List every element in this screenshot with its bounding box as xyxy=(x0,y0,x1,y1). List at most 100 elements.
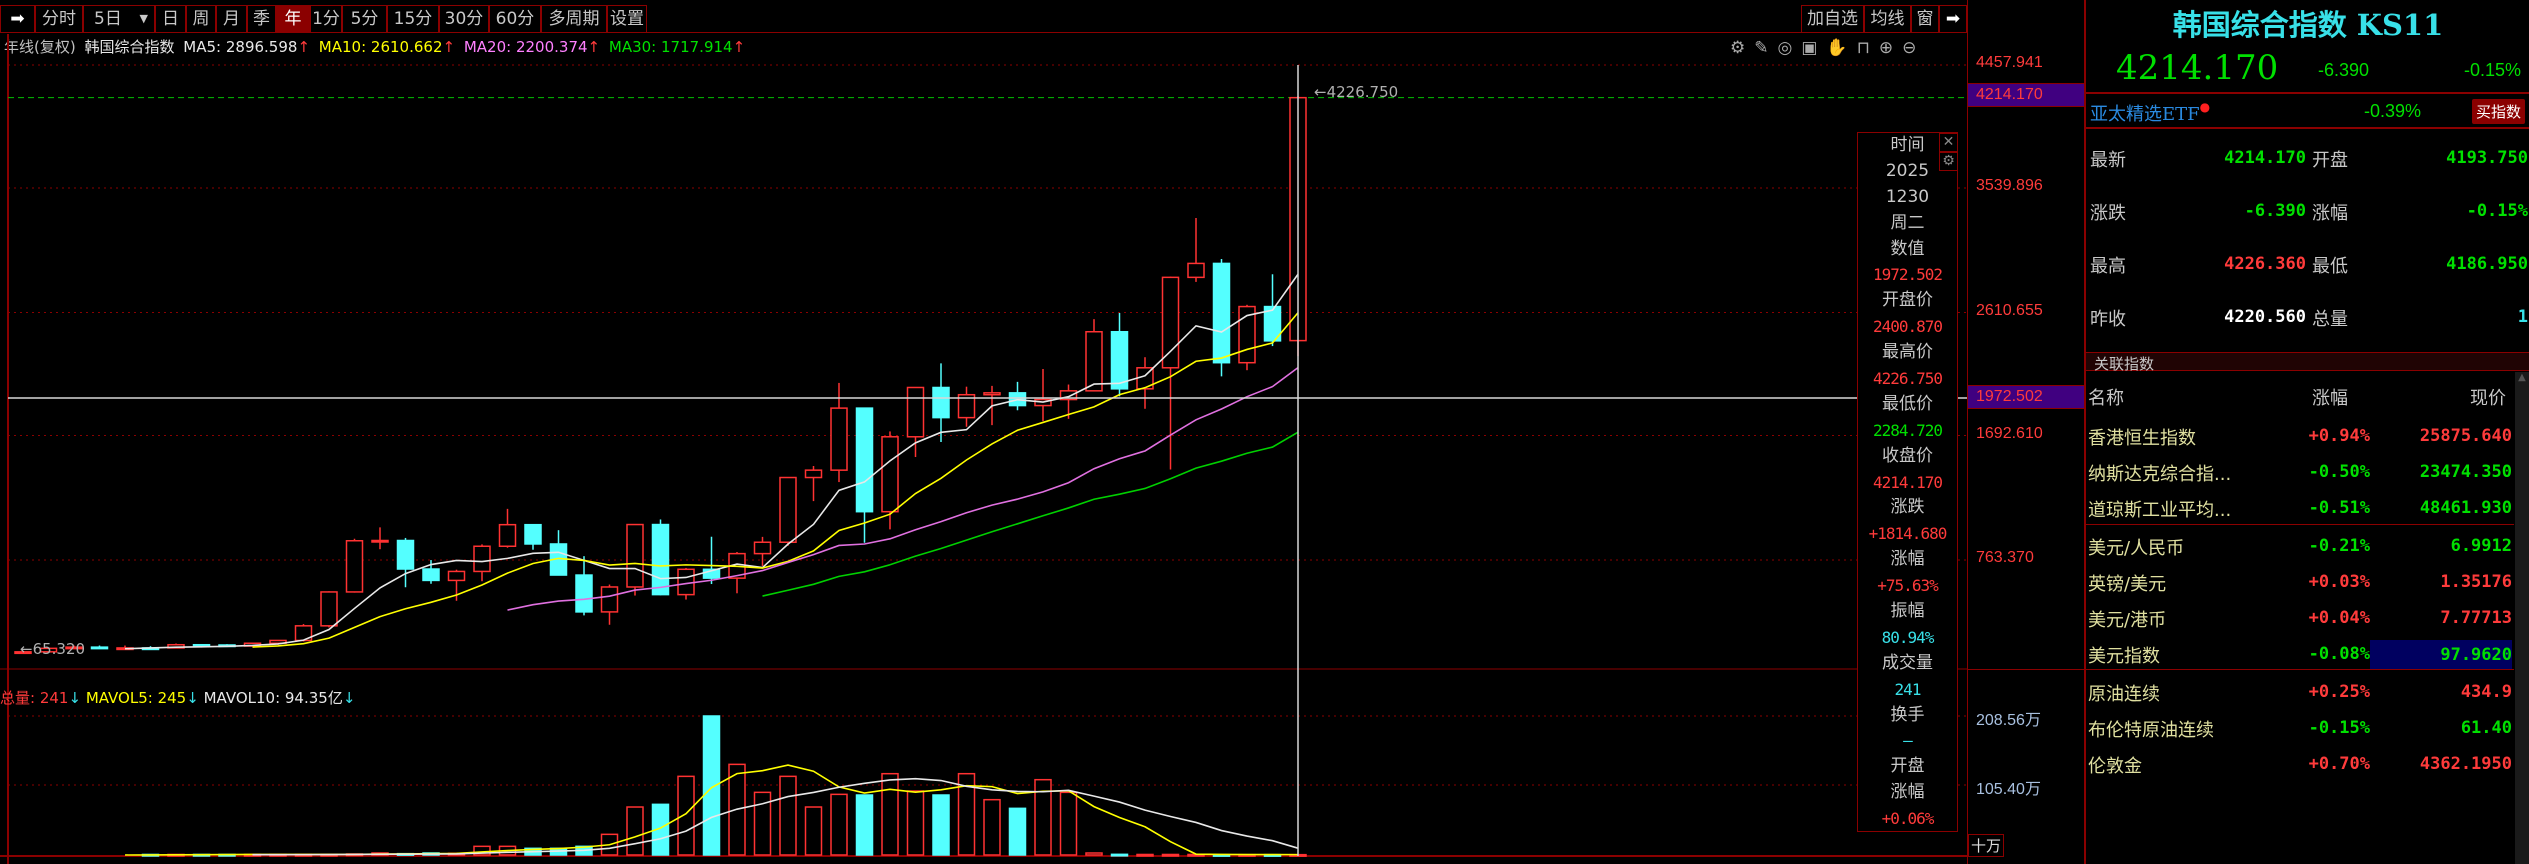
candle-up xyxy=(753,541,772,555)
candle-up xyxy=(881,436,899,513)
tooltip-label: 收盘价 xyxy=(1882,445,1933,466)
tooltip-label: 换手 xyxy=(1890,704,1925,725)
related-price: 6.9912 xyxy=(2450,536,2512,556)
related-row[interactable]: 布伦特原油连续 -0.15% 61.40 xyxy=(2086,712,2514,746)
volume-bar xyxy=(1161,853,1180,857)
col-header-name: 名称 xyxy=(2088,388,2124,409)
axis-label: 1692.610 xyxy=(1976,425,2043,442)
quote-label: 开盘 xyxy=(2312,150,2348,171)
related-indices-header: 关联指数 xyxy=(2086,352,2529,373)
dot-icon: ● xyxy=(2199,100,2211,114)
down-arrow-icon: ↓ xyxy=(342,689,356,707)
related-row[interactable]: 道琼斯工业平均... -0.51% 48461.930 xyxy=(2086,492,2514,526)
related-name: 原油连续 xyxy=(2088,684,2160,705)
high-annotation: ←4226.750 xyxy=(1314,83,1399,101)
related-row[interactable]: 原油连续 +0.25% 434.9 xyxy=(2086,676,2514,710)
candle-down xyxy=(422,568,440,582)
etf-link[interactable]: 亚太精选ETF● xyxy=(2090,100,2210,126)
quote-value: 4186.950 xyxy=(2446,254,2528,274)
buy-index-button[interactable]: 买指数 xyxy=(2471,99,2525,124)
related-pct: +0.94% xyxy=(2308,426,2370,446)
ma20-line xyxy=(507,366,1299,611)
related-price: 4362.1950 xyxy=(2419,754,2512,774)
tooltip-value: — xyxy=(1903,731,1913,751)
tooltip-value: 241 xyxy=(1894,679,1922,699)
tooltip-value: 80.94% xyxy=(1881,627,1935,647)
candle-up xyxy=(498,523,517,547)
col-header-price: 现价 xyxy=(2470,388,2506,409)
related-name: 布伦特原油连续 xyxy=(2088,720,2214,741)
related-price: 48461.930 xyxy=(2419,498,2512,518)
low-annotation: ←65.320 xyxy=(20,640,86,658)
cursor-price-label: 1972.502 xyxy=(1976,388,2043,405)
vol-axis-label: 105.40万 xyxy=(1976,781,2041,798)
panel-pct: -0.15% xyxy=(2463,60,2521,80)
panel-price: 4214.170 xyxy=(2116,48,2279,88)
tooltip-value: 4226.750 xyxy=(1872,369,1943,389)
close-icon[interactable]: ✕ xyxy=(1939,133,1958,152)
related-row[interactable]: 美元/港币 +0.04% 7.77713 xyxy=(2086,602,2514,636)
volume-bar xyxy=(830,793,848,856)
etf-name: 亚太精选ETF xyxy=(2090,104,2200,125)
tooltip-label: 涨跌 xyxy=(1890,497,1925,518)
candle-down xyxy=(1110,330,1129,390)
volume-info-line: 总量: 241↓ MAVOL5: 245↓ MAVOL10: 94.35亿↓ xyxy=(0,687,355,708)
candle-up xyxy=(626,523,644,588)
tooltip-label: 周二 xyxy=(1890,212,1925,233)
tooltip-value: +0.06% xyxy=(1881,809,1935,829)
related-row[interactable]: 美元/人民币 -0.21% 6.9912 xyxy=(2086,530,2514,564)
volume-bar xyxy=(1008,807,1027,856)
price-axis[interactable]: 4457.941 4214.170 3539.896 2610.655 1972… xyxy=(1967,0,2085,864)
current-price-marker: 4214.170 xyxy=(1968,83,2084,107)
tooltip-label: 开盘 xyxy=(1890,756,1925,777)
volume-bar xyxy=(932,794,950,856)
tooltip-value: 2400.870 xyxy=(1872,317,1943,337)
quote-label: 最低 xyxy=(2312,256,2348,277)
current-price-label: 4214.170 xyxy=(1976,86,2043,103)
related-name: 纳斯达克综合指... xyxy=(2088,464,2232,485)
total-volume: 总量: 241 xyxy=(0,689,69,707)
gear-icon[interactable]: ⚙ xyxy=(1939,152,1958,171)
candle-up xyxy=(779,476,797,543)
tooltip-label: 开盘价 xyxy=(1882,290,1933,311)
mavol10-line xyxy=(252,777,1299,856)
etf-pct: -0.39% xyxy=(2364,101,2422,121)
candle-up xyxy=(830,407,848,471)
candle-down xyxy=(396,539,415,570)
related-row[interactable]: 伦敦金 +0.70% 4362.1950 xyxy=(2086,748,2514,782)
related-row[interactable]: 纳斯达克综合指... -0.50% 23474.350 xyxy=(2086,456,2514,490)
panel-title: 韩国综合指数 KS11 xyxy=(2172,8,2444,42)
volume-bar xyxy=(983,798,1001,856)
related-row[interactable]: 香港恒生指数 +0.94% 25875.640 xyxy=(2086,420,2514,454)
candle-up xyxy=(983,392,1001,396)
volume-bar xyxy=(1110,853,1129,857)
ma5-line xyxy=(124,273,1299,650)
candle-down xyxy=(90,646,109,650)
candle-up xyxy=(906,386,925,438)
tooltip-value: +75.63% xyxy=(1877,576,1938,596)
related-name: 美元/港币 xyxy=(2088,610,2167,631)
candle-up xyxy=(447,570,466,582)
tooltip-value: 1972.502 xyxy=(1872,265,1943,285)
candle-up xyxy=(371,539,389,543)
kline-chart[interactable] xyxy=(0,0,1967,864)
related-price: 25875.640 xyxy=(2419,426,2512,446)
related-row[interactable]: 英镑/美元 +0.03% 1.35176 xyxy=(2086,566,2514,600)
quote-value: 4193.750 xyxy=(2446,148,2528,168)
high-value: 4226.750 xyxy=(1326,83,1399,101)
related-name: 美元指数 xyxy=(2088,646,2160,667)
tooltip-value: +1814.680 xyxy=(1868,524,1948,544)
scrollbar[interactable]: ▲ xyxy=(2515,372,2529,864)
related-row[interactable]: 美元指数 -0.08% 97.9620 xyxy=(2086,638,2514,672)
divider xyxy=(1968,669,2084,670)
tooltip-label: 最高价 xyxy=(1882,342,1933,363)
tooltip-label: 1230 xyxy=(1885,186,1930,207)
candle-up xyxy=(473,545,491,573)
tooltip-value: 2284.720 xyxy=(1872,420,1943,440)
related-name: 香港恒生指数 xyxy=(2088,428,2196,449)
related-pct: +0.03% xyxy=(2308,572,2370,592)
divider xyxy=(2086,524,2514,525)
axis-label: 3539.896 xyxy=(1976,177,2043,194)
scroll-up-icon[interactable]: ▲ xyxy=(2515,372,2529,383)
related-pct: +0.70% xyxy=(2308,754,2370,774)
